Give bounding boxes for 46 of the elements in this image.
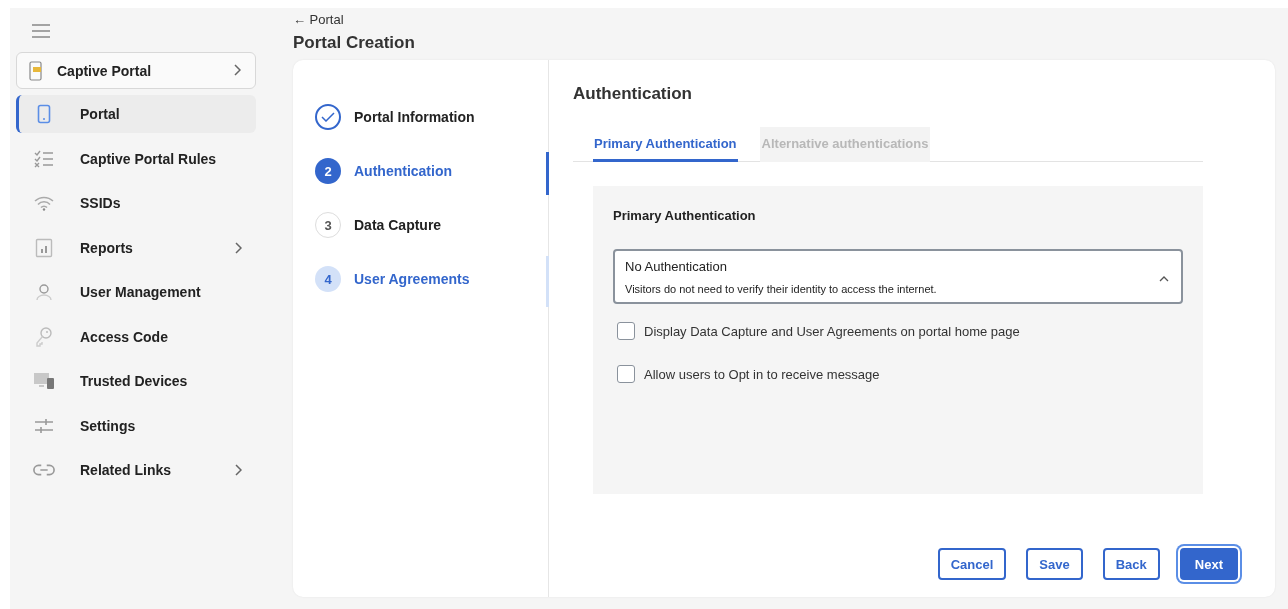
- devices-icon: [33, 372, 55, 390]
- authentication-dropdown[interactable]: No Authentication Visitors do not need to verify their identity to access the internet.: [613, 249, 1183, 304]
- action-button[interactable]: Cancel: [937, 548, 1007, 580]
- link-icon: [33, 463, 55, 477]
- action-button[interactable]: Save: [1026, 548, 1083, 580]
- phone-icon: [37, 104, 51, 124]
- step-item[interactable]: 3 Data Capture: [293, 198, 548, 252]
- step-number: 2: [324, 163, 332, 179]
- checkbox[interactable]: [617, 365, 635, 383]
- step-item[interactable]: 4 User Agreements: [293, 252, 548, 306]
- step-number: 3: [324, 217, 332, 233]
- tab[interactable]: Primary Authentication: [593, 127, 738, 162]
- checkbox[interactable]: [617, 322, 635, 340]
- key-icon: [35, 326, 53, 347]
- sidebar-item[interactable]: User Management: [16, 273, 256, 311]
- back-link[interactable]: ← Portal: [293, 12, 344, 27]
- chevron-right-icon: [234, 241, 242, 254]
- step-item[interactable]: Portal Information: [293, 90, 548, 144]
- sidebar-item[interactable]: Reports: [16, 228, 256, 267]
- sidebar-item[interactable]: Portal: [16, 95, 256, 133]
- wifi-icon: [34, 195, 54, 211]
- sidebar-item[interactable]: Trusted Devices: [16, 362, 256, 400]
- action-button[interactable]: Back: [1102, 548, 1160, 580]
- step-number: 4: [324, 271, 332, 287]
- sidebar-item[interactable]: Related Links: [16, 451, 256, 489]
- chevron-right-icon: [233, 63, 241, 76]
- page-title: Portal Creation: [293, 33, 415, 53]
- portal-device-icon: [29, 60, 43, 81]
- sidebar-item[interactable]: Access Code: [16, 317, 256, 356]
- sidebar-item[interactable]: Captive Portal Rules: [16, 139, 256, 178]
- sidebar-group-header[interactable]: Captive Portal: [16, 52, 256, 89]
- checkbox-label: Display Data Capture and User Agreements on portal home page: [644, 323, 1020, 339]
- menu-icon[interactable]: [31, 24, 51, 38]
- check-icon: [321, 112, 335, 122]
- step-item[interactable]: 2 Authentication: [293, 144, 548, 198]
- caret-icon: [1159, 276, 1169, 282]
- checklist-icon: [34, 149, 54, 168]
- chevron-right-icon: [234, 464, 242, 476]
- panel-title: Authentication: [573, 84, 692, 104]
- user-icon: [35, 283, 53, 301]
- checkbox-label: Allow users to Opt in to receive message: [644, 366, 880, 382]
- report-icon: [35, 237, 53, 258]
- section-title: Primary Authentication: [613, 208, 756, 223]
- sliders-icon: [34, 417, 54, 434]
- sidebar-item[interactable]: SSIDs: [16, 184, 256, 222]
- sidebar-item[interactable]: Settings: [16, 406, 256, 445]
